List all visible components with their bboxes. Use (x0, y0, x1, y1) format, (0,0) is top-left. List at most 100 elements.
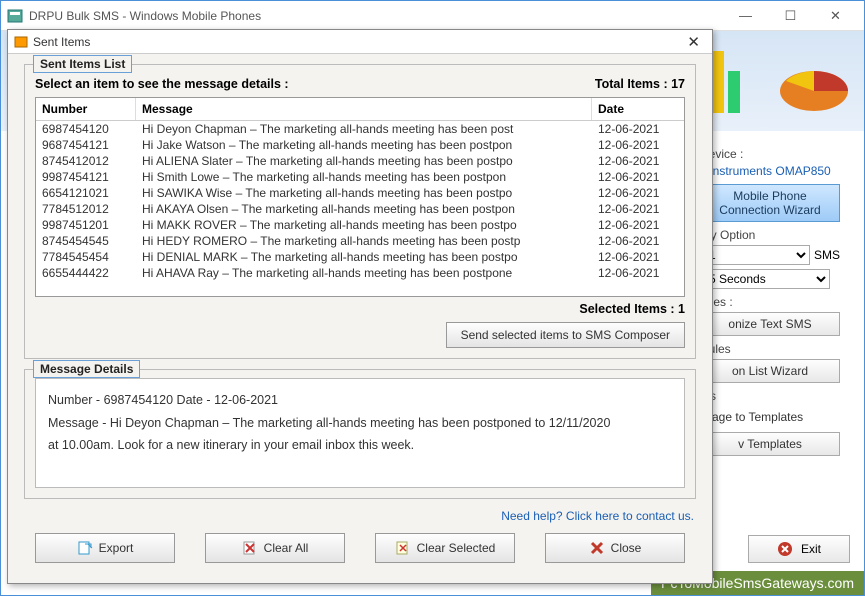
dialog-titlebar: Sent Items ✕ (8, 30, 712, 54)
cell-date: 12-06-2021 (592, 233, 684, 249)
clear-selected-label: Clear Selected (417, 541, 496, 555)
clear-all-icon (242, 540, 258, 556)
messages-label: ages : (700, 295, 850, 309)
table-row[interactable]: 8745412012Hi ALIENA Slater – The marketi… (36, 153, 684, 169)
cell-message: Hi Jake Watson – The marketing all-hands… (136, 137, 592, 153)
cell-message: Hi Deyon Chapman – The marketing all-han… (136, 121, 592, 137)
device-link[interactable]: s Instruments OMAP850 (700, 164, 831, 178)
table-row[interactable]: 9987451201Hi MAKK ROVER – The marketing … (36, 217, 684, 233)
send-to-composer-button[interactable]: Send selected items to SMS Composer (446, 322, 685, 348)
minimize-button[interactable]: — (723, 2, 768, 30)
cell-number: 9687454121 (36, 137, 136, 153)
cell-message: Hi AHAVA Ray – The marketing all-hands m… (136, 265, 592, 281)
details-msg-line1: Message - Hi Deyon Chapman – The marketi… (48, 412, 672, 435)
sms-unit-label: SMS (814, 248, 840, 262)
cell-date: 12-06-2021 (592, 265, 684, 281)
table-row[interactable]: 7784512012Hi AKAYA Olsen – The marketing… (36, 201, 684, 217)
col-message[interactable]: Message (136, 98, 592, 120)
cell-date: 12-06-2021 (592, 153, 684, 169)
message-details-box: Number - 6987454120 Date - 12-06-2021 Me… (35, 378, 685, 488)
cell-number: 6655444422 (36, 265, 136, 281)
sent-items-dialog: Sent Items ✕ Sent Items List Select an i… (7, 29, 713, 584)
exclusion-wizard-button[interactable]: on List Wizard (700, 359, 840, 383)
dialog-icon (14, 35, 28, 49)
main-window: DRPU Bulk SMS - Windows Mobile Phones — … (0, 0, 865, 596)
titlebar: DRPU Bulk SMS - Windows Mobile Phones — … (1, 1, 864, 31)
sent-items-list-fieldset: Sent Items List Select an item to see th… (24, 64, 696, 359)
cell-number: 9987451201 (36, 217, 136, 233)
table-row[interactable]: 6654121021Hi SAWIKA Wise – The marketing… (36, 185, 684, 201)
batch-select[interactable]: 1 (700, 245, 810, 265)
delay-select[interactable]: 5 Seconds (700, 269, 830, 289)
list-legend: Sent Items List (33, 55, 132, 73)
table-row[interactable]: 6655444422Hi AHAVA Ray – The marketing a… (36, 265, 684, 281)
cell-date: 12-06-2021 (592, 249, 684, 265)
cell-number: 8745412012 (36, 153, 136, 169)
cell-message: Hi Smith Lowe – The marketing all-hands … (136, 169, 592, 185)
close-red-icon (777, 541, 793, 557)
cell-number: 7784512012 (36, 201, 136, 217)
close-dialog-button[interactable]: Close (545, 533, 685, 563)
templates-label: ms (700, 389, 850, 403)
cell-message: Hi AKAYA Olsen – The marketing all-hands… (136, 201, 592, 217)
close-window-button[interactable]: ✕ (813, 2, 858, 30)
dialog-title: Sent Items (33, 35, 681, 49)
rules-label: Rules (700, 342, 850, 356)
select-prompt: Select an item to see the message detail… (35, 77, 289, 91)
close-label: Close (611, 541, 642, 555)
cell-number: 7784545454 (36, 249, 136, 265)
help-link[interactable]: Need help? Click here to contact us. (26, 509, 694, 523)
exit-button[interactable]: Exit (748, 535, 850, 563)
window-title: DRPU Bulk SMS - Windows Mobile Phones (29, 9, 723, 23)
col-number[interactable]: Number (36, 98, 136, 120)
col-date[interactable]: Date (592, 98, 684, 120)
cell-message: Hi HEDY ROMERO – The marketing all-hands… (136, 233, 592, 249)
dialog-close-button[interactable]: ✕ (681, 33, 706, 51)
cell-date: 12-06-2021 (592, 217, 684, 233)
app-icon (7, 8, 23, 24)
device-label: Device : (700, 147, 850, 161)
total-items-label: Total Items : 17 (595, 77, 685, 91)
cell-number: 8745454545 (36, 233, 136, 249)
side-panel: Device : s Instruments OMAP850 Mobile Ph… (700, 141, 850, 460)
clear-selected-button[interactable]: Clear Selected (375, 533, 515, 563)
export-button[interactable]: Export (35, 533, 175, 563)
details-legend: Message Details (33, 360, 140, 378)
clear-all-button[interactable]: Clear All (205, 533, 345, 563)
cell-message: Hi MAKK ROVER – The marketing all-hands … (136, 217, 592, 233)
cell-date: 12-06-2021 (592, 185, 684, 201)
pie-chart-icon (774, 61, 854, 116)
cell-number: 6987454120 (36, 121, 136, 137)
table-row[interactable]: 8745454545Hi HEDY ROMERO – The marketing… (36, 233, 684, 249)
cell-number: 6654121021 (36, 185, 136, 201)
sent-items-table[interactable]: Number Message Date 6987454120Hi Deyon C… (35, 97, 685, 297)
cell-number: 9987454121 (36, 169, 136, 185)
cell-message: Hi ALIENA Slater – The marketing all-han… (136, 153, 592, 169)
message-details-fieldset: Message Details Number - 6987454120 Date… (24, 369, 696, 499)
exit-label: Exit (801, 542, 821, 556)
export-icon (77, 540, 93, 556)
personalize-sms-button[interactable]: onize Text SMS (700, 312, 840, 336)
delivery-option-label: ery Option (700, 228, 850, 242)
close-icon (589, 540, 605, 556)
cell-date: 12-06-2021 (592, 201, 684, 217)
mobile-connection-wizard-button[interactable]: Mobile Phone Connection Wizard (700, 184, 840, 222)
selected-items-label: Selected Items : 1 (35, 302, 685, 316)
cell-message: Hi DENIAL MARK – The marketing all-hands… (136, 249, 592, 265)
save-template-label: ssage to Templates (700, 406, 840, 428)
details-number-line: Number - 6987454120 Date - 12-06-2021 (48, 389, 672, 412)
cell-date: 12-06-2021 (592, 121, 684, 137)
cell-date: 12-06-2021 (592, 137, 684, 153)
view-templates-button[interactable]: v Templates (700, 432, 840, 456)
cell-date: 12-06-2021 (592, 169, 684, 185)
details-msg-line2: at 10.00am. Look for a new itinerary in … (48, 434, 672, 457)
export-label: Export (99, 541, 134, 555)
table-row[interactable]: 9687454121Hi Jake Watson – The marketing… (36, 137, 684, 153)
clear-selected-icon (395, 540, 411, 556)
maximize-button[interactable]: ☐ (768, 2, 813, 30)
table-row[interactable]: 9987454121Hi Smith Lowe – The marketing … (36, 169, 684, 185)
clear-all-label: Clear All (264, 541, 309, 555)
table-row[interactable]: 7784545454Hi DENIAL MARK – The marketing… (36, 249, 684, 265)
cell-message: Hi SAWIKA Wise – The marketing all-hands… (136, 185, 592, 201)
table-row[interactable]: 6987454120Hi Deyon Chapman – The marketi… (36, 121, 684, 137)
